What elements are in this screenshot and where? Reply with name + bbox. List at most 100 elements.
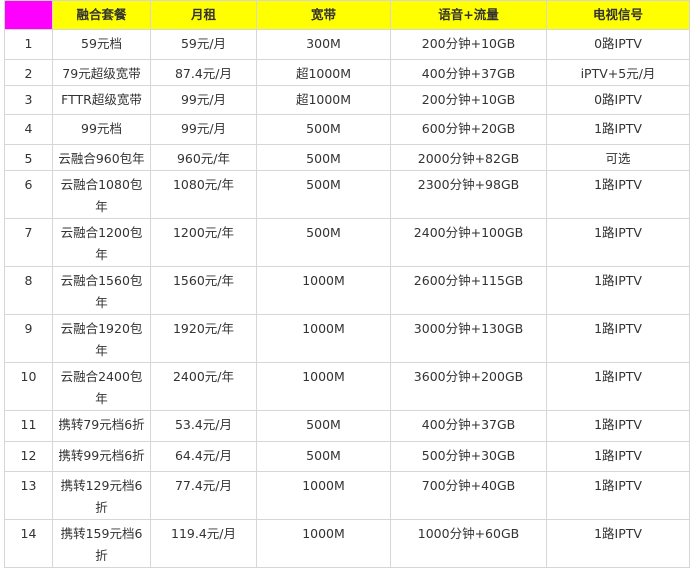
voice-data-cell: 2400分钟+100GB (390, 218, 547, 267)
broadband-speed-cell: 1000M (256, 362, 391, 411)
voice-data-cell: 500分钟+30GB (390, 441, 547, 472)
tv-signal-cell: 1路IPTV (546, 266, 690, 315)
broadband-speed-cell: 500M (256, 144, 391, 171)
row-number-cell: 14 (4, 519, 53, 568)
tv-signal-cell: 0路IPTV (546, 85, 690, 115)
plan-name-cell: 99元档 (52, 114, 151, 145)
plan-name-cell: 云融合1200包年 (52, 218, 151, 267)
monthly-fee-cell: 99元/月 (150, 114, 257, 145)
tv-signal-cell: 1路IPTV (546, 314, 690, 363)
monthly-fee-cell: 1920元/年 (150, 314, 257, 363)
monthly-fee-cell: 87.4元/月 (150, 59, 257, 86)
voice-data-cell: 2300分钟+98GB (390, 170, 547, 219)
voice-data-cell: 1000分钟+60GB (390, 519, 547, 568)
tv-signal-cell: 1路IPTV (546, 441, 690, 472)
voice-data-cell: 200分钟+10GB (390, 29, 547, 60)
plans-table: 融合套餐 月租 宽带 语音+流量 电视信号 1 59元档 59元/月 300M 200分… (4, 0, 690, 568)
monthly-fee-cell: 1560元/年 (150, 266, 257, 315)
plans-table-container: 融合套餐 月租 宽带 语音+流量 电视信号 1 59元档 59元/月 300M 200分… (4, 0, 690, 568)
plan-name-cell: 携转79元档6折 (52, 410, 151, 442)
table-row: 1 59元档 59元/月 300M 200分钟+10GB 0路IPTV (4, 29, 690, 60)
plan-name-cell: FTTR超级宽带 (52, 85, 151, 115)
broadband-speed-cell: 500M (256, 170, 391, 219)
table-row: 7 云融合1200包年 1200元/年 500M 2400分钟+100GB 1路IPTV (4, 218, 690, 267)
monthly-fee-cell: 960元/年 (150, 144, 257, 171)
table-row: 6 云融合1080包年 1080元/年 500M 2300分钟+98GB 1路IPTV (4, 170, 690, 219)
tv-signal-cell: 1路IPTV (546, 170, 690, 219)
broadband-speed-cell: 1000M (256, 266, 391, 315)
header-broadband: 宽带 (256, 0, 391, 30)
broadband-speed-cell: 超1000M (256, 85, 391, 115)
broadband-speed-cell: 300M (256, 29, 391, 60)
tv-signal-cell: 0路IPTV (546, 29, 690, 60)
table-row: 12 携转99元档6折 64.4元/月 500M 500分钟+30GB 1路IPTV (4, 441, 690, 472)
row-number-cell: 3 (4, 85, 53, 115)
row-number-cell: 2 (4, 59, 53, 86)
tv-signal-cell: 1路IPTV (546, 362, 690, 411)
monthly-fee-cell: 59元/月 (150, 29, 257, 60)
voice-data-cell: 2600分钟+115GB (390, 266, 547, 315)
voice-data-cell: 600分钟+20GB (390, 114, 547, 145)
plan-name-cell: 携转159元档6折 (52, 519, 151, 568)
monthly-fee-cell: 53.4元/月 (150, 410, 257, 442)
table-header-row: 融合套餐 月租 宽带 语音+流量 电视信号 (4, 0, 690, 30)
plan-name-cell: 79元超级宽带 (52, 59, 151, 86)
plan-name-cell: 携转129元档6折 (52, 471, 151, 520)
monthly-fee-cell: 99元/月 (150, 85, 257, 115)
header-corner-cell (4, 0, 53, 30)
table-row: 2 79元超级宽带 87.4元/月 超1000M 400分钟+37GB iPTV+5元/月 (4, 59, 690, 86)
header-voice-data: 语音+流量 (390, 0, 547, 30)
monthly-fee-cell: 77.4元/月 (150, 471, 257, 520)
table-row: 14 携转159元档6折 119.4元/月 1000M 1000分钟+60GB 1路IPT… (4, 519, 690, 568)
table-row: 13 携转129元档6折 77.4元/月 1000M 700分钟+40GB 1路IPTV (4, 471, 690, 520)
row-number-cell: 1 (4, 29, 53, 60)
row-number-cell: 5 (4, 144, 53, 171)
monthly-fee-cell: 64.4元/月 (150, 441, 257, 472)
tv-signal-cell: iPTV+5元/月 (546, 59, 690, 86)
row-number-cell: 10 (4, 362, 53, 411)
broadband-speed-cell: 1000M (256, 519, 391, 568)
plan-name-cell: 携转99元档6折 (52, 441, 151, 472)
voice-data-cell: 2000分钟+82GB (390, 144, 547, 171)
plan-name-cell: 云融合2400包年 (52, 362, 151, 411)
broadband-speed-cell: 1000M (256, 314, 391, 363)
tv-signal-cell: 1路IPTV (546, 519, 690, 568)
table-row: 5 云融合960包年 960元/年 500M 2000分钟+82GB 可选 (4, 144, 690, 171)
broadband-speed-cell: 1000M (256, 471, 391, 520)
plan-name-cell: 云融合960包年 (52, 144, 151, 171)
monthly-fee-cell: 2400元/年 (150, 362, 257, 411)
row-number-cell: 11 (4, 410, 53, 442)
row-number-cell: 4 (4, 114, 53, 145)
broadband-speed-cell: 500M (256, 441, 391, 472)
plan-name-cell: 云融合1080包年 (52, 170, 151, 219)
broadband-speed-cell: 500M (256, 218, 391, 267)
monthly-fee-cell: 119.4元/月 (150, 519, 257, 568)
plan-name-cell: 云融合1920包年 (52, 314, 151, 363)
tv-signal-cell: 可选 (546, 144, 690, 171)
row-number-cell: 7 (4, 218, 53, 267)
voice-data-cell: 700分钟+40GB (390, 471, 547, 520)
table-body: 1 59元档 59元/月 300M 200分钟+10GB 0路IPTV 2 79元超级宽带 87… (4, 29, 690, 568)
monthly-fee-cell: 1200元/年 (150, 218, 257, 267)
broadband-speed-cell: 超1000M (256, 59, 391, 86)
table-row: 10 云融合2400包年 2400元/年 1000M 3600分钟+200GB 1路IPT… (4, 362, 690, 411)
header-plan: 融合套餐 (52, 0, 151, 30)
tv-signal-cell: 1路IPTV (546, 410, 690, 442)
row-number-cell: 9 (4, 314, 53, 363)
voice-data-cell: 3600分钟+200GB (390, 362, 547, 411)
voice-data-cell: 400分钟+37GB (390, 410, 547, 442)
row-number-cell: 13 (4, 471, 53, 520)
table-row: 11 携转79元档6折 53.4元/月 500M 400分钟+37GB 1路IPTV (4, 410, 690, 442)
voice-data-cell: 400分钟+37GB (390, 59, 547, 86)
voice-data-cell: 3000分钟+130GB (390, 314, 547, 363)
plan-name-cell: 59元档 (52, 29, 151, 60)
voice-data-cell: 200分钟+10GB (390, 85, 547, 115)
row-number-cell: 12 (4, 441, 53, 472)
table-row: 9 云融合1920包年 1920元/年 1000M 3000分钟+130GB 1路IPTV (4, 314, 690, 363)
tv-signal-cell: 1路IPTV (546, 114, 690, 145)
table-row: 8 云融合1560包年 1560元/年 1000M 2600分钟+115GB 1路IPTV (4, 266, 690, 315)
plan-name-cell: 云融合1560包年 (52, 266, 151, 315)
row-number-cell: 8 (4, 266, 53, 315)
monthly-fee-cell: 1080元/年 (150, 170, 257, 219)
header-tv-signal: 电视信号 (546, 0, 690, 30)
